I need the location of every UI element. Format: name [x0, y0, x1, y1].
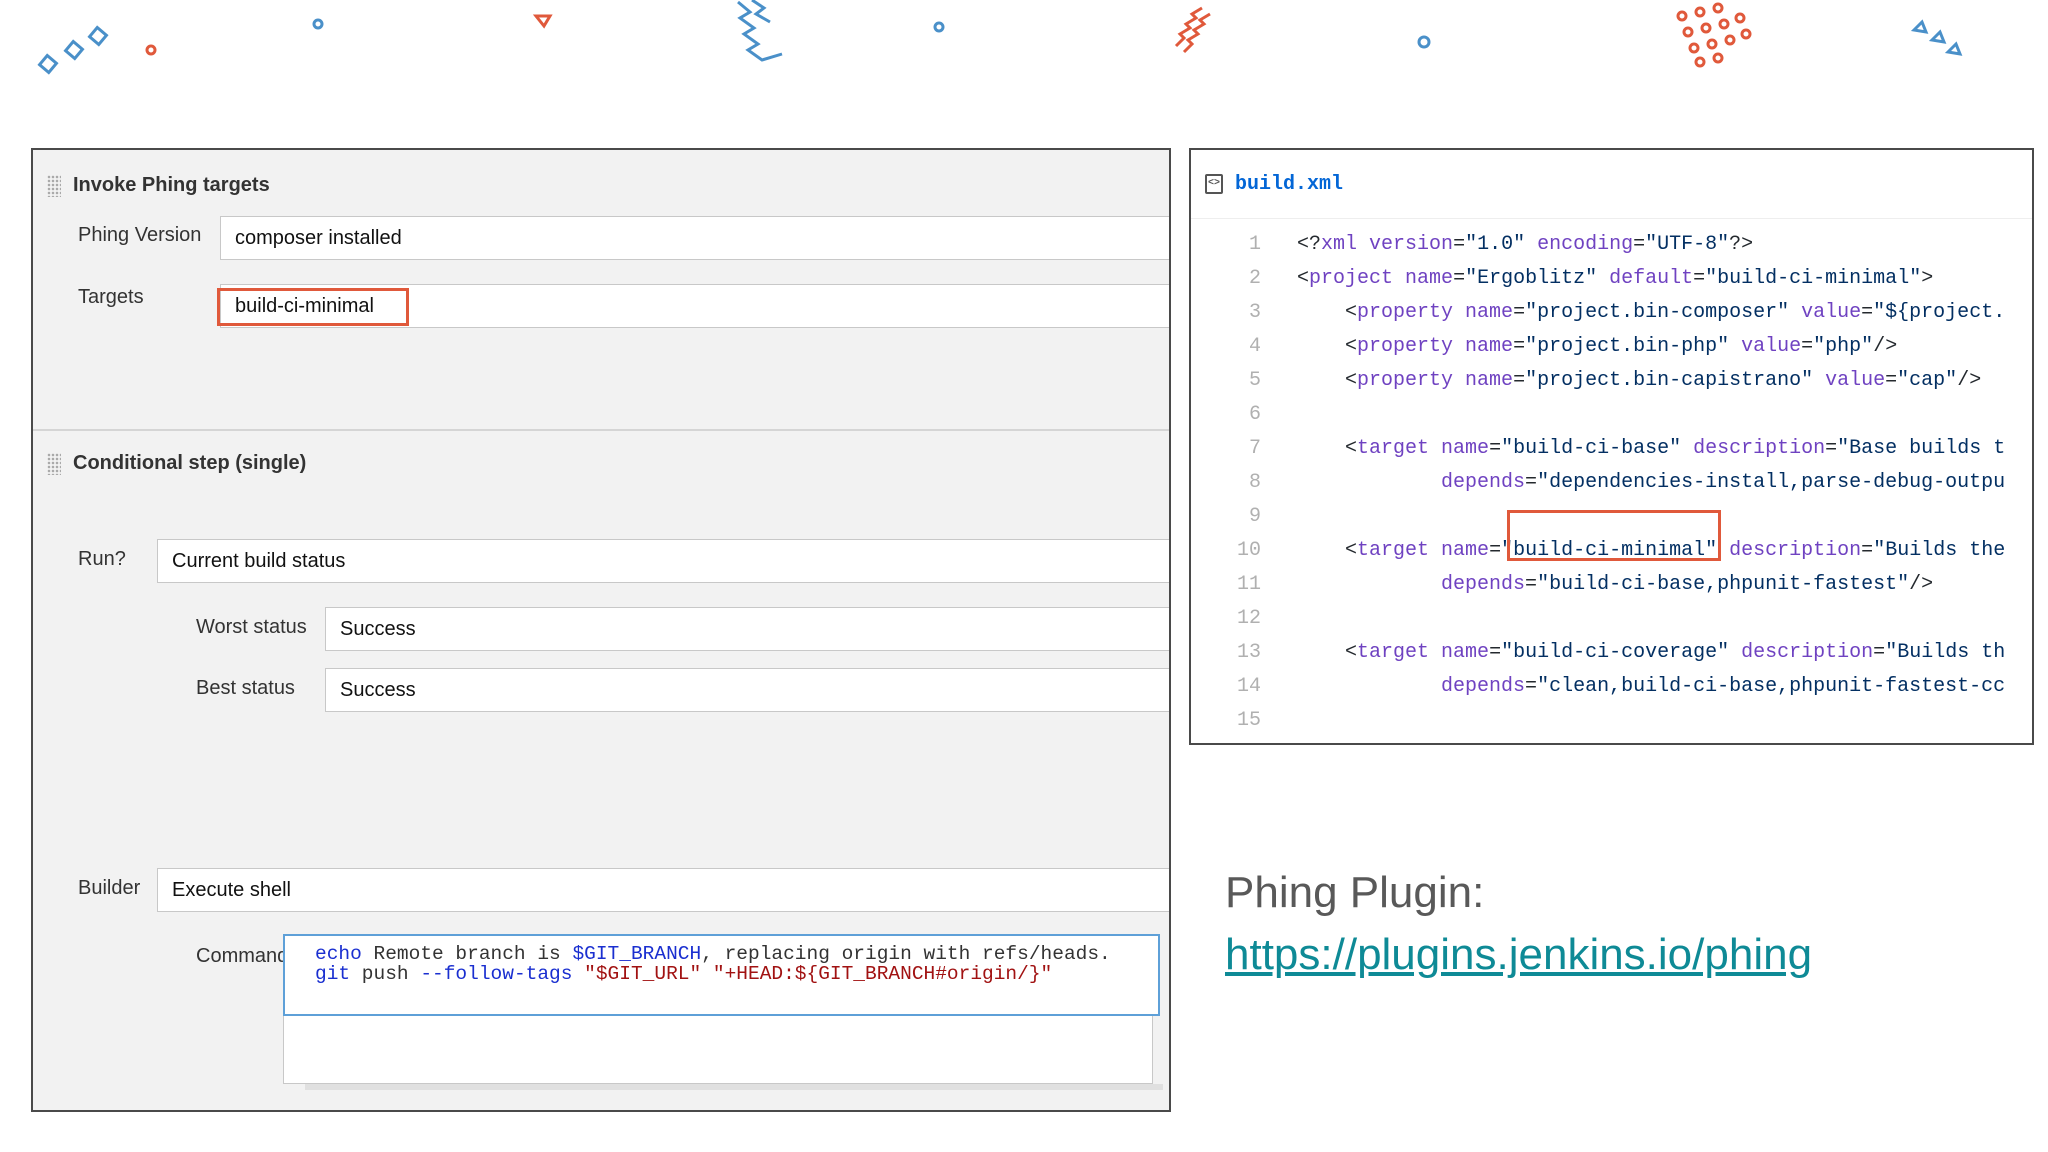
- command-scrollbar[interactable]: [305, 1084, 1163, 1090]
- cmd-text: push: [350, 963, 421, 985]
- line-number: 7: [1248, 436, 1261, 460]
- code-line: 13 <target name="build-ci-coverage" desc…: [1191, 635, 2032, 669]
- code-line: 6: [1191, 397, 2032, 431]
- code-text: <target name="build-ci-coverage" descrip…: [1297, 640, 2006, 664]
- code-text: depends="clean,build-ci-base,phpunit-fas…: [1441, 674, 2006, 698]
- section-divider: [33, 429, 1169, 431]
- cmd-variable: $GIT_BRANCH: [572, 943, 702, 965]
- builder-select[interactable]: Execute shell: [157, 868, 1169, 912]
- drag-handle-icon[interactable]: [47, 174, 61, 197]
- code-text: <property name="project.bin-composer" va…: [1297, 300, 2006, 324]
- code-file-icon: <>: [1205, 174, 1223, 194]
- best-status-value: Success: [340, 678, 416, 701]
- decorative-confetti: [37, 0, 1963, 75]
- code-text: depends="dependencies-install,parse-debu…: [1441, 470, 2006, 494]
- plugin-link[interactable]: https://plugins.jenkins.io/phing: [1225, 930, 1812, 980]
- run-value: Current build status: [172, 549, 346, 572]
- code-lines: 1 <?xml version="1.0" encoding="UTF-8"?> 2…: [1191, 218, 2032, 737]
- plugin-title: Phing Plugin:: [1225, 868, 1485, 917]
- cmd-keyword: git: [315, 963, 351, 985]
- cmd-string: "+HEAD:${GIT_BRANCH#origin/}": [701, 963, 1053, 985]
- code-line: 5 <property name="project.bin-capistrano…: [1191, 363, 2032, 397]
- file-name: build.xml: [1235, 172, 1344, 196]
- code-line: 8 depends="dependencies-install,parse-de…: [1191, 465, 2032, 499]
- file-header: <> build.xml: [1191, 150, 2032, 219]
- command-code[interactable]: echo Remote branch is $GIT_BRANCH, repla…: [283, 934, 1160, 1016]
- line-number: 5: [1248, 368, 1261, 392]
- worst-status-label: Worst status: [196, 616, 307, 638]
- code-text: <?xml version="1.0" encoding="UTF-8"?>: [1297, 232, 1754, 256]
- line-number: 6: [1248, 402, 1261, 426]
- line-number: 14: [1236, 674, 1261, 698]
- line-number: 1: [1248, 232, 1261, 256]
- targets-highlight-box: [217, 288, 409, 326]
- cmd-string: "$GIT_URL": [572, 963, 702, 985]
- invoke-phing-section-header: Invoke Phing targets: [47, 174, 270, 197]
- conditional-step-section-header: Conditional step (single): [47, 452, 306, 475]
- targets-label: Targets: [78, 286, 144, 308]
- line-number: 8: [1248, 470, 1261, 494]
- code-text: <property name="project.bin-php" value="…: [1297, 334, 1898, 358]
- cmd-text: Remote branch is: [361, 943, 573, 965]
- cmd-keyword: echo: [315, 943, 362, 965]
- code-line: 11 depends="build-ci-base,phpunit-fastes…: [1191, 567, 2032, 601]
- code-text: <target name="build-ci-base" description…: [1297, 436, 2006, 460]
- command-label: Command: [196, 945, 289, 967]
- code-text: <project name="Ergoblitz" default="build…: [1297, 266, 1934, 290]
- jenkins-config-panel: Invoke Phing targets Phing Version compo…: [31, 148, 1171, 1112]
- line-number: 10: [1236, 538, 1261, 562]
- best-status-label: Best status: [196, 677, 295, 699]
- code-highlight-box: [1507, 510, 1721, 561]
- line-number: 9: [1248, 504, 1261, 528]
- cmd-option: --follow-tags: [420, 963, 573, 985]
- code-line: 14 depends="clean,build-ci-base,phpunit-…: [1191, 669, 2032, 703]
- worst-status-select[interactable]: Success: [325, 607, 1169, 651]
- phing-version-value: composer installed: [235, 226, 402, 249]
- code-line: 7 <target name="build-ci-base" descripti…: [1191, 431, 2032, 465]
- code-line: 2 <project name="Ergoblitz" default="buil…: [1191, 261, 2032, 295]
- build-xml-panel: <> build.xml 1 <?xml version="1.0" encodi…: [1189, 148, 2034, 745]
- run-condition-select[interactable]: Current build status: [157, 539, 1169, 583]
- phing-version-label: Phing Version: [78, 224, 202, 246]
- code-line: 4 <property name="project.bin-php" value…: [1191, 329, 2032, 363]
- worst-status-value: Success: [340, 617, 416, 640]
- line-number: 12: [1236, 606, 1261, 630]
- code-text: depends="build-ci-base,phpunit-fastest"/…: [1441, 572, 1934, 596]
- line-number: 2: [1248, 266, 1261, 290]
- code-line: 1 <?xml version="1.0" encoding="UTF-8"?>: [1191, 227, 2032, 261]
- run-label: Run?: [78, 548, 126, 570]
- code-line: 12: [1191, 601, 2032, 635]
- code-line: 3 <property name="project.bin-composer" …: [1191, 295, 2032, 329]
- best-status-select[interactable]: Success: [325, 668, 1169, 712]
- line-number: 11: [1236, 572, 1261, 596]
- drag-handle-icon[interactable]: [47, 452, 61, 475]
- line-number: 13: [1236, 640, 1261, 664]
- code-line: 15: [1191, 703, 2032, 737]
- line-number: 3: [1248, 300, 1261, 324]
- cmd-text: , replacing origin with refs/heads.: [701, 943, 1111, 965]
- line-number: 15: [1236, 708, 1261, 732]
- section-title: Conditional step (single): [73, 452, 307, 474]
- builder-label: Builder: [78, 877, 141, 899]
- line-number: 4: [1248, 334, 1261, 358]
- section-title: Invoke Phing targets: [73, 174, 270, 196]
- code-text: <property name="project.bin-capistrano" …: [1297, 368, 1982, 392]
- phing-version-select[interactable]: composer installed: [220, 216, 1169, 260]
- builder-value: Execute shell: [172, 878, 291, 901]
